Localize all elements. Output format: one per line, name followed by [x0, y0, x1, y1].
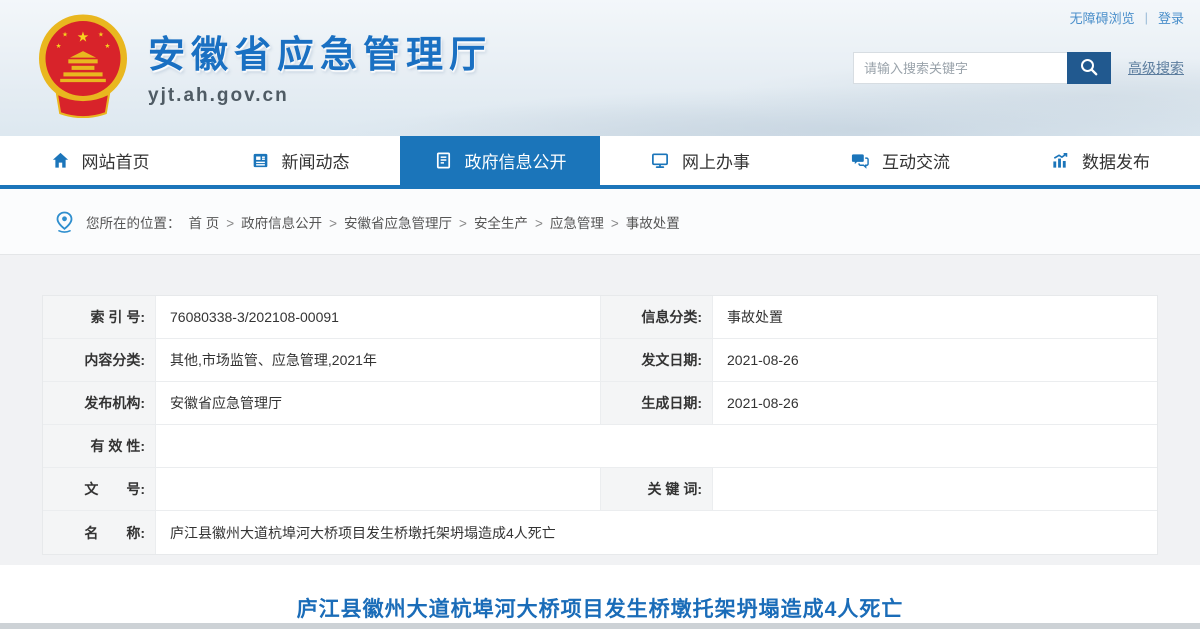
- info-table-row: 索 引 号: 76080338-3/202108-00091 信息分类: 事故处置: [43, 296, 1157, 339]
- info-value: [156, 425, 1157, 467]
- info-table-row: 文 号: 关 键 词:: [43, 468, 1157, 511]
- svg-text:★: ★: [62, 31, 68, 38]
- news-icon: [251, 151, 270, 170]
- info-label: 文 号:: [43, 468, 156, 510]
- breadcrumb-link[interactable]: 首 页: [189, 216, 220, 231]
- national-emblem-icon: ★ ★ ★ ★ ★: [38, 14, 128, 118]
- document-icon: [434, 151, 453, 170]
- national-emblem-logo[interactable]: ★ ★ ★ ★ ★: [34, 12, 132, 118]
- location-pin-icon: [55, 211, 74, 233]
- nav-item-label: 网上办事: [682, 153, 750, 172]
- breadcrumb-separator: >: [226, 215, 235, 231]
- chat-icon: [850, 151, 870, 170]
- info-value: 2021-08-26: [727, 352, 799, 368]
- breadcrumb-separator: >: [329, 215, 338, 231]
- nav-item-online-services[interactable]: 网上办事: [600, 136, 800, 185]
- info-value: 庐江县徽州大道杭埠河大桥项目发生桥墩托架坍塌造成4人死亡: [170, 524, 556, 541]
- top-link-accessibility[interactable]: 无障碍浏览: [1070, 8, 1135, 27]
- site-title: 安徽省应急管理厅: [148, 33, 492, 75]
- nav-item-label: 网站首页: [81, 153, 150, 172]
- svg-text:★: ★: [105, 43, 111, 50]
- search-area: 高级搜索: [853, 52, 1184, 84]
- info-label: 生成日期:: [601, 382, 713, 424]
- advanced-search-link[interactable]: 高级搜索: [1128, 58, 1184, 78]
- breadcrumb-separator: >: [459, 215, 467, 231]
- info-label: 有 效 性:: [43, 425, 156, 467]
- article-title: 庐江县徽州大道杭埠河大桥项目发生桥墩托架坍塌造成4人死亡: [296, 598, 904, 621]
- search-button[interactable]: [1067, 52, 1111, 84]
- svg-text:★: ★: [98, 31, 104, 38]
- top-link-login[interactable]: 登录: [1158, 8, 1184, 27]
- breadcrumb: 您所在的位置： 首 页 > 政府信息公开 > 安徽省应急管理厅 > 安全生产 > 应急管理 > 事故…: [0, 189, 1200, 255]
- info-table-section: 索 引 号: 76080338-3/202108-00091 信息分类: 事故处置内容…: [0, 255, 1200, 565]
- article-title-section: 庐江县徽州大道杭埠河大桥项目发生桥墩托架坍塌造成4人死亡: [0, 565, 1200, 623]
- site-header: 无障碍浏览 | 登录 ★ ★ ★ ★ ★ 安徽省应急管理厅 yjt.ah.gov…: [0, 0, 1200, 136]
- breadcrumb-link[interactable]: 应急管理: [550, 216, 604, 231]
- brand-text: 安徽省应急管理厅 yjt.ah.gov.cn: [148, 24, 492, 107]
- info-label: 关 键 词:: [601, 468, 713, 510]
- info-table-row: 有 效 性:: [43, 425, 1157, 468]
- info-table-row: 名 称: 庐江县徽州大道杭埠河大桥项目发生桥墩托架坍塌造成4人死亡: [43, 511, 1157, 554]
- bottom-strip: [0, 623, 1200, 629]
- info-value: [713, 468, 1157, 510]
- breadcrumb-link[interactable]: 安全生产: [474, 216, 528, 231]
- info-value: 安徽省应急管理厅: [156, 382, 601, 424]
- breadcrumb-separator: >: [610, 215, 619, 231]
- breadcrumb-link[interactable]: 事故处置: [626, 216, 680, 231]
- nav-item-label: 互动交流: [882, 153, 950, 172]
- nav-item-label: 新闻动态: [281, 153, 350, 172]
- nav-item-gov-info[interactable]: 政府信息公开: [400, 136, 600, 185]
- home-icon: [51, 151, 70, 170]
- info-label: 内容分类:: [43, 339, 156, 381]
- brand: ★ ★ ★ ★ ★ 安徽省应急管理厅 yjt.ah.gov.cn: [34, 12, 492, 118]
- nav-item-data-release[interactable]: 数据发布: [1000, 136, 1200, 185]
- site-url: yjt.ah.gov.cn: [148, 84, 289, 106]
- info-label: 索 引 号:: [43, 296, 156, 338]
- info-value: [156, 468, 601, 510]
- breadcrumb-link[interactable]: 安徽省应急管理厅: [344, 216, 452, 231]
- info-value: 事故处置: [727, 309, 783, 325]
- info-table-row: 发布机构: 安徽省应急管理厅 生成日期: 2021-08-26: [43, 382, 1157, 425]
- search-icon: [1079, 57, 1099, 80]
- top-links: 无障碍浏览 | 登录: [1070, 8, 1184, 27]
- breadcrumb-separator: >: [534, 215, 543, 231]
- info-label: 名 称:: [43, 511, 156, 554]
- info-label: 发文日期:: [601, 339, 713, 381]
- nav-item-interaction[interactable]: 互动交流: [800, 136, 1000, 185]
- breadcrumb-prefix: 您所在的位置：: [86, 215, 181, 231]
- page: 无障碍浏览 | 登录 ★ ★ ★ ★ ★ 安徽省应急管理厅 yjt.ah.gov…: [0, 0, 1200, 629]
- monitor-icon: [650, 151, 670, 170]
- breadcrumb-items: 首 页 > 政府信息公开 > 安徽省应急管理厅 > 安全生产 > 应急管理 > 事故处置: [189, 212, 680, 232]
- nav-item-label: 数据发布: [1082, 153, 1150, 172]
- info-table-row: 内容分类: 其他,市场监管、应急管理,2021年 发文日期: 2021-08-26: [43, 339, 1157, 382]
- top-links-separator: |: [1144, 10, 1148, 25]
- info-label: 信息分类:: [601, 296, 713, 338]
- nav-item-label: 政府信息公开: [464, 153, 567, 172]
- info-label: 发布机构:: [43, 382, 156, 424]
- nav-item-home[interactable]: 网站首页: [0, 136, 200, 185]
- nav-item-news[interactable]: 新闻动态: [200, 136, 400, 185]
- svg-text:★: ★: [56, 43, 62, 50]
- search-input[interactable]: [853, 52, 1067, 84]
- info-table: 索 引 号: 76080338-3/202108-00091 信息分类: 事故处置内容…: [42, 295, 1158, 555]
- info-value: 76080338-3/202108-00091: [156, 296, 601, 338]
- breadcrumb-link[interactable]: 政府信息公开: [241, 216, 322, 231]
- info-value: 2021-08-26: [727, 395, 799, 411]
- info-value: 其他,市场监管、应急管理,2021年: [156, 339, 601, 381]
- svg-text:★: ★: [77, 28, 89, 44]
- chart-icon: [1050, 151, 1070, 170]
- main-nav: 网站首页 新闻动态 政府信息公开 网上办事 互动交流 数据发布: [0, 136, 1200, 189]
